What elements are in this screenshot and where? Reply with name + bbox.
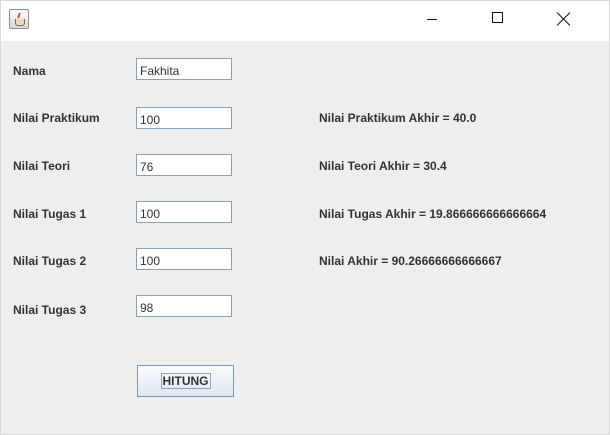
minimize-button[interactable] (409, 1, 455, 41)
title-bar (1, 1, 609, 41)
hitung-button-label: HITUNG (160, 373, 211, 389)
nilai-teori-akhir-text: Nilai Teori Akhir = 30.4 (319, 159, 447, 173)
nilai-tugas-2-label: Nilai Tugas 2 (13, 254, 87, 268)
cup-icon-part (15, 19, 25, 26)
nama-input[interactable] (136, 58, 232, 80)
nama-label: Nama (13, 64, 46, 78)
nilai-tugas-akhir-text: Nilai Tugas Akhir = 19.866666666666664 (319, 207, 547, 221)
nilai-praktikum-label: Nilai Praktikum (13, 111, 100, 125)
java-app-icon[interactable] (9, 9, 29, 29)
nilai-tugas-3-input[interactable] (136, 295, 232, 317)
nilai-praktikum-input[interactable] (136, 107, 232, 129)
nilai-tugas-1-label: Nilai Tugas 1 (13, 207, 87, 221)
nilai-tugas-1-input[interactable] (136, 201, 232, 223)
form-panel: Nama Nilai Praktikum Nilai Praktikum Akh… (1, 41, 609, 434)
nilai-teori-label: Nilai Teori (13, 159, 71, 173)
nilai-teori-input[interactable] (136, 154, 232, 176)
app-window: Nama Nilai Praktikum Nilai Praktikum Akh… (0, 0, 610, 435)
minimize-icon (427, 19, 437, 20)
steam-icon-part (17, 13, 21, 18)
nilai-akhir-text: Nilai Akhir = 90.26666666666667 (319, 254, 502, 268)
hitung-button[interactable]: HITUNG (137, 365, 234, 397)
maximize-icon (492, 12, 503, 23)
nilai-tugas-3-label: Nilai Tugas 3 (13, 303, 87, 317)
nilai-praktikum-akhir-text: Nilai Praktikum Akhir = 40.0 (319, 111, 477, 125)
nilai-tugas-2-input[interactable] (136, 248, 232, 270)
maximize-button[interactable] (475, 1, 521, 41)
close-button[interactable] (541, 1, 587, 41)
